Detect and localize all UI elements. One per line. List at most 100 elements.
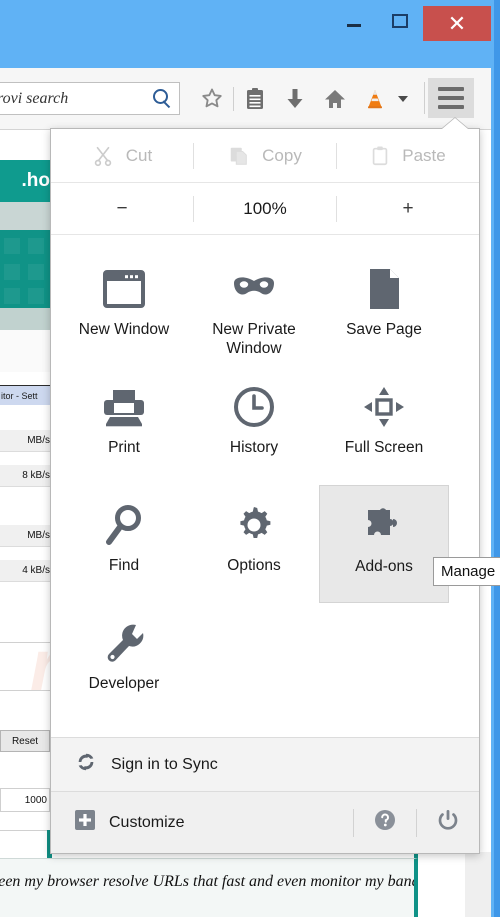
customize-label: Customize: [109, 813, 185, 831]
new-window-icon: [102, 263, 146, 315]
menu-item-label: Print: [108, 439, 140, 456]
page-selected-row: itor - Sett: [0, 385, 52, 405]
menu-item-history[interactable]: History: [189, 367, 319, 485]
close-icon: ✕: [447, 10, 467, 36]
scissors-icon: [94, 146, 112, 166]
menu-grid-row: Find Options Add-ons: [59, 485, 471, 603]
menu-item-label: Full Screen: [344, 439, 424, 456]
page-stat-row: 8 kB/s: [0, 465, 52, 487]
toolbar-icon-group: [192, 80, 411, 118]
hamburger-line: [438, 87, 464, 91]
page-band-1: [0, 202, 52, 230]
zoom-in-button[interactable]: +: [337, 183, 479, 234]
puzzle-icon: [362, 500, 406, 552]
zoom-out-button[interactable]: −: [51, 183, 193, 234]
minimize-icon: [347, 24, 361, 27]
dropdown-caret-icon[interactable]: [395, 80, 411, 118]
menu-item-label: Developer: [88, 675, 160, 692]
addons-tooltip: Manage: [433, 557, 500, 586]
sign-in-to-sync-button[interactable]: Sign in to Sync: [51, 737, 479, 791]
browser-window: PC risk.com .ho itor - Sett MB/s 8 kB/s …: [0, 0, 500, 917]
page-teal-block: [0, 230, 52, 308]
page-heading-fragment: .ho: [0, 160, 52, 202]
menu-grid-row: Developer: [59, 603, 471, 721]
quit-button[interactable]: [417, 808, 479, 837]
menu-item-label: Add-ons: [355, 558, 413, 575]
navigation-toolbar: rovi search: [0, 68, 491, 130]
hamburger-line: [438, 96, 464, 100]
menu-grid-row: Print History Full Screen: [59, 367, 471, 485]
bookmark-star-icon[interactable]: [192, 80, 232, 118]
toolbar-divider: [233, 87, 234, 111]
clipboard-icon: [373, 145, 388, 165]
search-box[interactable]: rovi search: [0, 82, 180, 115]
help-icon: [373, 808, 397, 837]
menu-grid: New Window New Private Window Save Page …: [51, 235, 479, 725]
menu-item-find[interactable]: Find: [59, 485, 189, 603]
testimonial-box: seen my browser resolve URLs that fast a…: [0, 858, 418, 917]
menu-item-full-screen[interactable]: Full Screen: [319, 367, 449, 485]
help-button[interactable]: [354, 808, 416, 837]
page-stat-row: MB/s: [0, 430, 52, 452]
cut-label: Cut: [125, 145, 153, 165]
bandwidth-limit-field[interactable]: 1000: [0, 788, 50, 812]
minimize-button[interactable]: [331, 6, 377, 36]
sync-icon: [75, 751, 97, 778]
gear-icon: [232, 499, 276, 551]
paste-button[interactable]: Paste: [337, 129, 479, 182]
reading-list-icon[interactable]: [235, 80, 275, 118]
customize-button[interactable]: Customize: [75, 810, 185, 835]
menu-item-new-window[interactable]: New Window: [59, 249, 189, 367]
copy-icon: [230, 147, 247, 165]
zoom-level-label[interactable]: 100%: [194, 183, 336, 234]
menu-grid-row: New Window New Private Window Save Page: [59, 249, 471, 367]
maximize-button[interactable]: [377, 6, 423, 36]
menu-item-developer[interactable]: Developer: [59, 603, 189, 721]
clock-icon: [232, 381, 276, 433]
page-right-grey: [465, 852, 491, 917]
hamburger-menu-button[interactable]: [428, 78, 474, 118]
menu-item-label: History: [229, 439, 279, 456]
close-button[interactable]: ✕: [423, 6, 491, 41]
copy-label: Copy: [262, 145, 302, 165]
fullscreen-icon: [362, 381, 406, 433]
home-icon[interactable]: [315, 80, 355, 118]
firefox-menu-panel: Cut Copy Paste − 100% + New Window New P…: [50, 118, 480, 854]
page-stat-row: 4 kB/s: [0, 560, 52, 582]
menu-item-options[interactable]: Options: [189, 485, 319, 603]
menu-item-label: New Window: [78, 321, 170, 338]
window-controls: ✕: [331, 6, 491, 41]
paste-label: Paste: [402, 145, 446, 165]
downloads-icon[interactable]: [275, 80, 315, 118]
menu-item-print[interactable]: Print: [59, 367, 189, 485]
sync-label: Sign in to Sync: [111, 755, 218, 773]
search-icon[interactable]: [151, 88, 173, 110]
page-right-white: [418, 852, 465, 917]
hamburger-line: [438, 105, 464, 109]
menu-item-save-page[interactable]: Save Page: [319, 249, 449, 367]
window-titlebar: ✕: [0, 0, 500, 68]
menu-item-empty: [189, 603, 319, 721]
cut-button[interactable]: Cut: [51, 129, 193, 182]
mask-icon: [230, 263, 278, 315]
panel-footer: Customize: [51, 791, 479, 853]
reset-button[interactable]: Reset: [0, 730, 50, 752]
wrench-icon: [103, 617, 145, 669]
search-input[interactable]: rovi search: [0, 90, 151, 108]
magnifier-icon: [103, 499, 145, 551]
vlc-addon-icon[interactable]: [355, 80, 395, 118]
testimonial-text: seen my browser resolve URLs that fast a…: [0, 873, 418, 890]
menu-item-new-private-window[interactable]: New Private Window: [189, 249, 319, 367]
menu-button-wrapper: [428, 78, 474, 118]
menu-item-label: New Private Window: [212, 321, 296, 357]
panel-arrow: [442, 118, 468, 129]
menu-item-label: Save Page: [346, 321, 422, 338]
copy-button[interactable]: Copy: [194, 129, 336, 182]
page-band-2: [0, 308, 52, 330]
printer-icon: [101, 381, 147, 433]
window-frame-right: [494, 0, 500, 917]
page-stat-row: MB/s: [0, 525, 52, 547]
menu-item-add-ons[interactable]: Add-ons: [319, 485, 449, 603]
page-icon: [366, 263, 402, 315]
plus-square-icon: [75, 810, 95, 835]
